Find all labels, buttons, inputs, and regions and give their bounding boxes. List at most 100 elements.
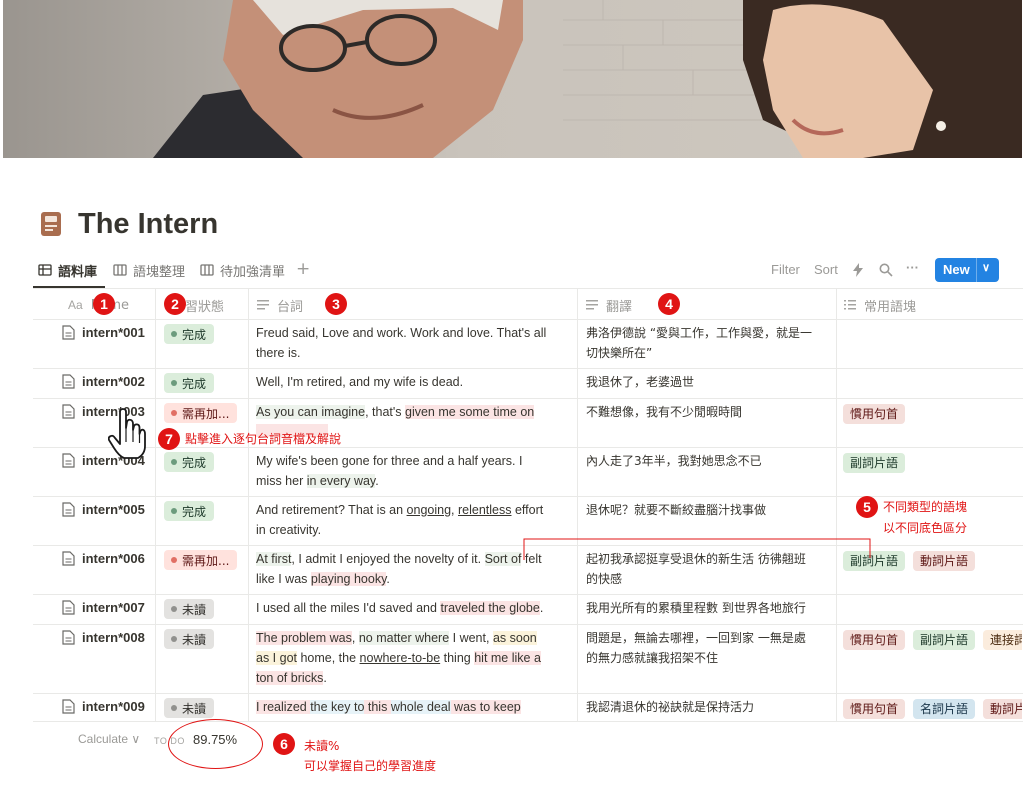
translation-cell[interactable]: 內人走了3年半，我對她思念不已 bbox=[586, 451, 762, 471]
chunk-tag[interactable]: 副詞片語 bbox=[843, 453, 906, 473]
filter-button[interactable]: Filter bbox=[771, 262, 800, 277]
row-title-link[interactable]: intern*005 bbox=[62, 502, 145, 517]
translation-line: 的無力感就讓我招架不住 bbox=[586, 651, 719, 665]
status-dot bbox=[171, 508, 177, 514]
chunk-highlight: no matter where bbox=[358, 631, 450, 645]
table-icon bbox=[38, 264, 52, 276]
chunk-tag[interactable]: 副詞片語 bbox=[913, 630, 976, 650]
status-badge[interactable]: 未讀 bbox=[164, 629, 215, 649]
chunk-tag[interactable]: 慣用句首 bbox=[843, 630, 906, 650]
page-icon bbox=[62, 699, 75, 714]
new-button[interactable]: New ∨ bbox=[935, 258, 999, 282]
row-title-link[interactable]: intern*007 bbox=[62, 600, 145, 615]
status-badge[interactable]: 需再加... bbox=[164, 403, 238, 423]
lightning-icon[interactable] bbox=[853, 263, 863, 277]
annotation-badge: 3 bbox=[325, 293, 347, 315]
translation-cell[interactable]: 退休呢？就要不斷絞盡腦汁找事做 bbox=[586, 500, 766, 520]
status-badge[interactable]: 完成 bbox=[164, 324, 215, 344]
tab-label: 語塊整理 bbox=[133, 264, 186, 280]
status-badge[interactable]: 完成 bbox=[164, 452, 215, 472]
line-cell[interactable]: I used all the miles I'd saved and trave… bbox=[256, 598, 543, 618]
tab-chunks[interactable]: 語塊整理 bbox=[113, 260, 185, 280]
chunk-highlight: ton of bricks bbox=[256, 671, 324, 685]
plain-text: , bbox=[451, 503, 458, 517]
chunk-highlight: as I got bbox=[256, 651, 297, 665]
column-header-translation[interactable]: 翻譯 bbox=[586, 296, 632, 315]
translation-line: 弗洛伊德說 “愛與工作，工作與愛，就是一 bbox=[586, 326, 813, 340]
chunk-tag[interactable]: 連接詞 bbox=[983, 630, 1022, 650]
status-label: 完成 bbox=[182, 504, 207, 519]
page-icon bbox=[62, 551, 75, 566]
status-label: 需再加... bbox=[182, 553, 230, 568]
line-cell[interactable]: At first, I admit I enjoyed the novelty … bbox=[256, 549, 542, 589]
row-divider bbox=[33, 368, 1023, 369]
column-header-chunks[interactable]: 常用語塊 bbox=[844, 296, 917, 315]
status-dot bbox=[171, 331, 177, 337]
annotation-note: 可以掌握自己的學習進度 bbox=[304, 759, 437, 773]
status-badge[interactable]: 需再加... bbox=[164, 550, 238, 570]
tab-corpus[interactable]: 語料庫 bbox=[38, 260, 97, 280]
translation-cell[interactable]: 我認清退休的祕訣就是保持活力 bbox=[586, 697, 754, 717]
status-badge[interactable]: 未讀 bbox=[164, 698, 215, 718]
page-icon bbox=[62, 374, 75, 389]
row-title-link[interactable]: intern*006 bbox=[62, 551, 145, 566]
translation-cell[interactable]: 弗洛伊德說 “愛與工作，工作與愛，就是一 切快樂所在” bbox=[586, 323, 812, 363]
status-badge[interactable]: 完成 bbox=[164, 501, 215, 521]
annotation-note: 未讀% bbox=[304, 739, 340, 753]
board-icon bbox=[200, 264, 214, 276]
line-cell[interactable]: Freud said, Love and work. Work and love… bbox=[256, 323, 546, 363]
column-header-label: 常用語塊 bbox=[864, 299, 917, 315]
more-options-button[interactable]: ··· bbox=[906, 260, 919, 275]
line-text: My wife's been gone for three and a half… bbox=[256, 454, 523, 468]
column-divider bbox=[248, 288, 249, 721]
translation-line: 切快樂所在” bbox=[586, 346, 653, 360]
translation-cell[interactable]: 問題是，無論去哪裡，一回到家 一無是處 的無力感就讓我招架不住 bbox=[586, 628, 806, 668]
status-dot bbox=[171, 606, 177, 612]
text-property-icon bbox=[257, 300, 269, 310]
row-divider bbox=[33, 693, 1023, 694]
chunk-tag[interactable]: 慣用句首 bbox=[843, 404, 906, 424]
column-header-line[interactable]: 台詞 bbox=[257, 296, 303, 315]
plain-text: thing bbox=[440, 651, 475, 665]
row-title-link[interactable]: intern*002 bbox=[62, 374, 145, 389]
status-badge[interactable]: 未讀 bbox=[164, 599, 215, 619]
status-dot bbox=[171, 636, 177, 642]
tab-review-list[interactable]: 待加強清單 bbox=[200, 260, 285, 280]
add-view-icon[interactable]: + bbox=[296, 259, 310, 279]
line-cell[interactable]: I realized the key to this whole deal wa… bbox=[256, 697, 521, 717]
calculate-button[interactable]: Calculate ∨ bbox=[78, 732, 140, 746]
chevron-down-icon[interactable]: ∨ bbox=[982, 261, 990, 274]
translation-cell[interactable]: 我退休了，老婆過世 bbox=[586, 372, 694, 392]
line-cell[interactable]: Well, I'm retired, and my wife is dead. bbox=[256, 372, 463, 392]
chunk-highlight: in every way bbox=[306, 474, 376, 488]
translation-cell[interactable]: 我用光所有的累積里程數 到世界各地旅行 bbox=[586, 598, 806, 618]
status-badge[interactable]: 完成 bbox=[164, 373, 215, 393]
row-title-link[interactable]: intern*009 bbox=[62, 699, 145, 714]
line-cell[interactable]: As you can imagine, that's given me some… bbox=[256, 402, 574, 422]
line-text: As you can imagine, that's given me some… bbox=[256, 402, 574, 422]
translation-cell[interactable]: 不難想像，我有不少閒暇時間 bbox=[586, 402, 742, 422]
plain-text: I used all the miles I'd saved and bbox=[256, 601, 441, 615]
tab-label: 待加強清單 bbox=[220, 264, 286, 280]
annotation-note: 以不同底色區分 bbox=[883, 521, 968, 535]
chunk-tag[interactable]: 名詞片語 bbox=[913, 699, 976, 719]
chunk-tag[interactable]: 慣用句首 bbox=[843, 699, 906, 719]
row-title-link[interactable]: intern*001 bbox=[62, 325, 145, 340]
row-title-link[interactable]: intern*008 bbox=[62, 630, 145, 645]
sort-button[interactable]: Sort bbox=[814, 262, 838, 277]
line-cell[interactable]: The problem was, no matter where I went,… bbox=[256, 628, 541, 688]
row-divider bbox=[33, 594, 1023, 595]
line-cell[interactable]: And retirement? That is an ongoing, rele… bbox=[256, 500, 543, 540]
text-property-icon bbox=[586, 300, 598, 310]
line-text: like I was playing hooky. bbox=[256, 569, 542, 589]
search-icon[interactable] bbox=[879, 263, 893, 277]
chunk-tag[interactable]: 動詞片語 bbox=[913, 551, 976, 571]
plain-text: miss her bbox=[256, 474, 307, 488]
chunk-tag[interactable]: 動詞片語 bbox=[983, 699, 1022, 719]
translation-line: 我退休了，老婆過世 bbox=[586, 375, 695, 389]
line-cell[interactable]: My wife's been gone for three and a half… bbox=[256, 451, 522, 491]
status-label: 需再加... bbox=[182, 406, 230, 421]
row-title: intern*005 bbox=[82, 502, 145, 517]
column-divider bbox=[836, 288, 837, 721]
annotation-badge: 4 bbox=[658, 293, 680, 315]
